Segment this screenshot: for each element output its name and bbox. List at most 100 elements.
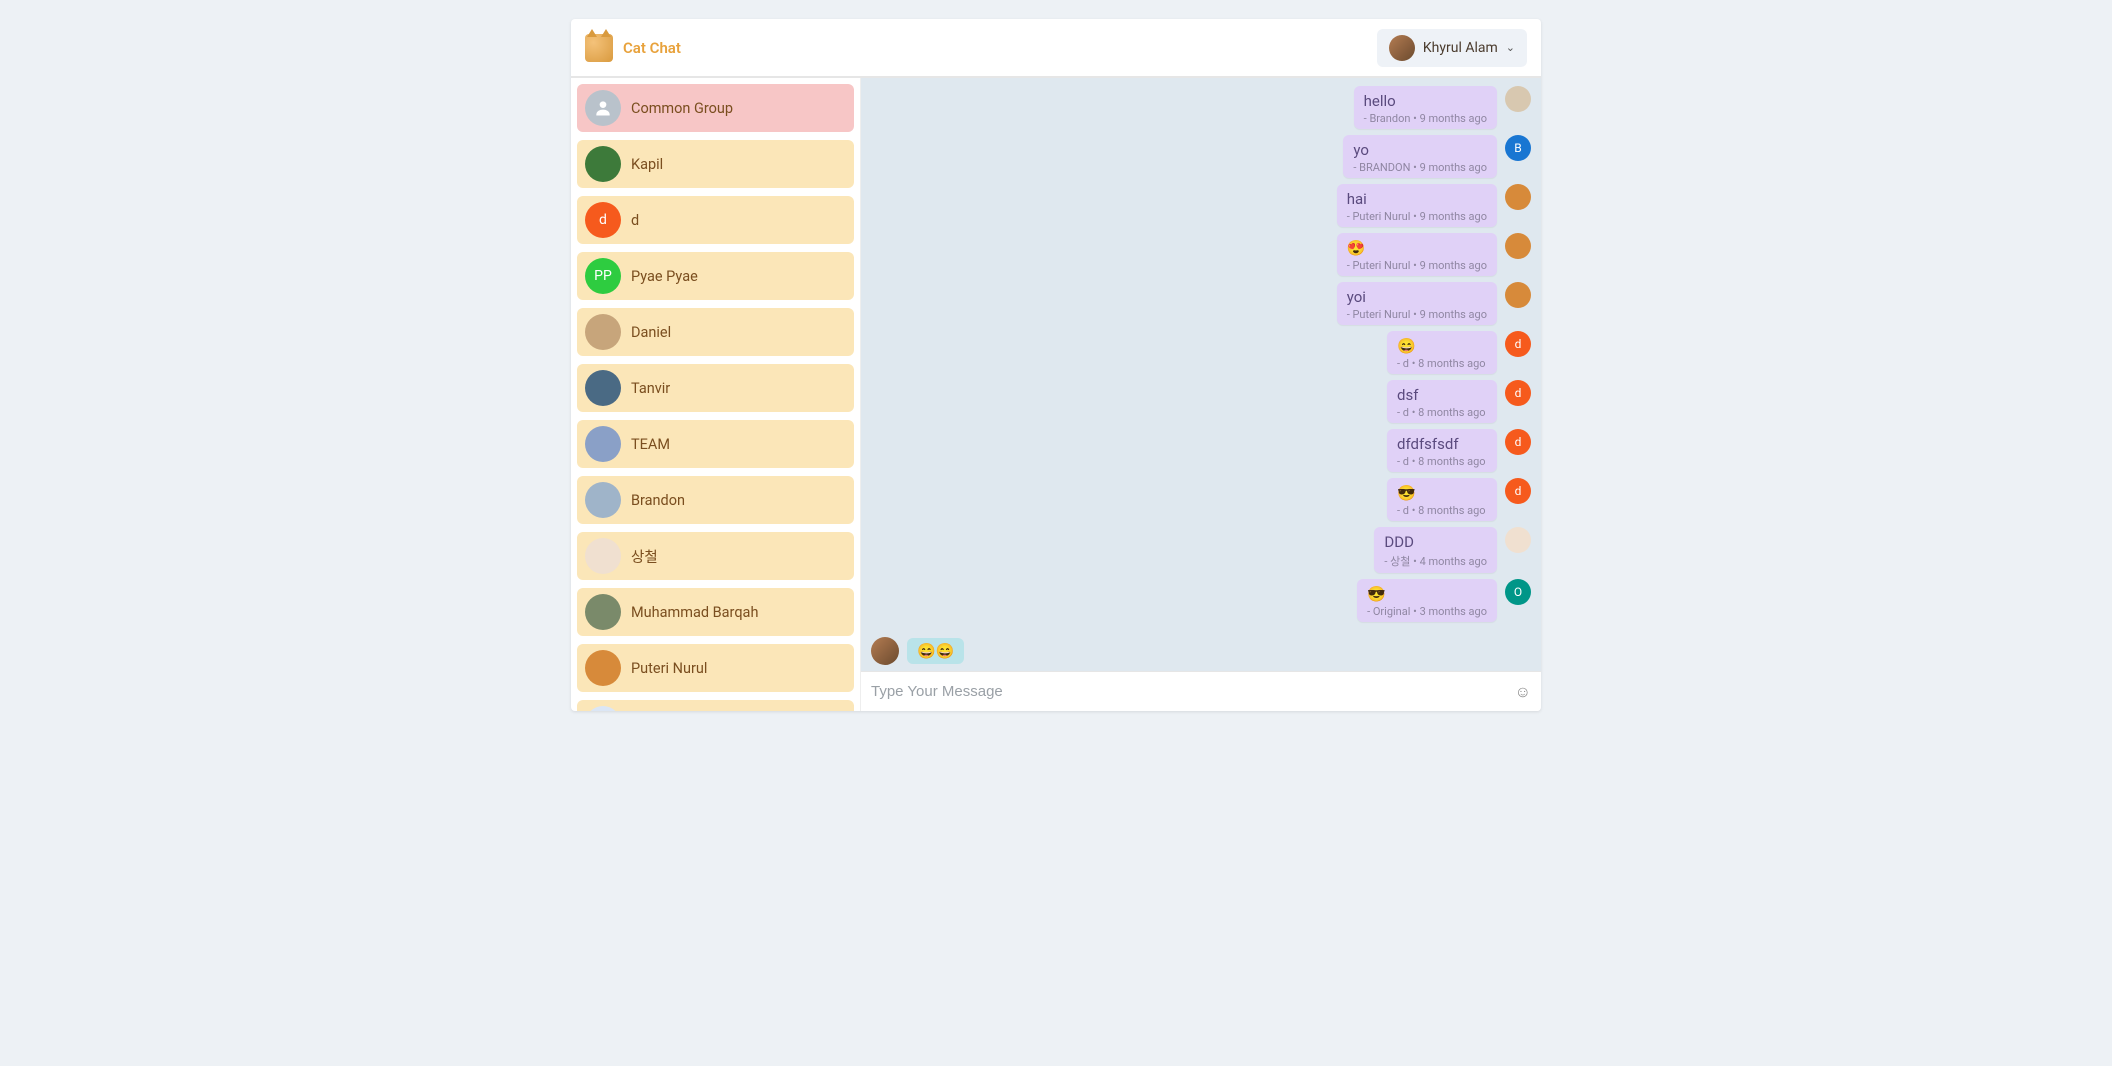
contact-avatar: d [585,202,621,238]
app-window: Cat Chat Khyrul Alam ⌄ Common Group Kapil… [571,19,1541,711]
contact-name: Common Group [631,100,733,117]
message-meta: - d • 8 months ago [1397,455,1487,468]
user-menu[interactable]: Khyrul Alam ⌄ [1377,29,1527,67]
message-text: dsf [1397,386,1487,404]
message-input[interactable] [871,683,1507,700]
message-meta: - BRANDON • 9 months ago [1353,161,1487,174]
contact-name: Brandon [631,492,685,509]
message-row: 😎 - d • 8 months ago d [871,478,1531,521]
contact-name: Pyae Pyae [631,268,698,285]
message-bubble: 😎 - d • 8 months ago [1387,478,1497,521]
user-avatar [1389,35,1415,61]
message-avatar: d [1505,478,1531,504]
typing-avatar [871,637,899,665]
typing-emoji: 😄😄 [917,642,954,660]
chevron-down-icon: ⌄ [1506,41,1515,54]
contact-name: TEAM [631,436,670,453]
brand-logo [585,34,613,62]
contact-item[interactable]: Kapil [577,140,854,188]
contact-avatar [585,426,621,462]
message-row: dfdfsfsdf - d • 8 months ago d [871,429,1531,472]
app-title: Cat Chat [623,39,681,57]
message-avatar [1505,527,1531,553]
emoji-picker-button[interactable]: ☺ [1515,682,1531,702]
compose-bar: ☺ [861,671,1541,711]
message-avatar [1505,233,1531,259]
message-meta: - d • 8 months ago [1397,357,1487,370]
contact-item[interactable]: Muhammad Barqah [577,588,854,636]
message-meta: - Puteri Nurul • 9 months ago [1347,308,1487,321]
message-meta: - d • 8 months ago [1397,504,1487,517]
message-bubble: yo - BRANDON • 9 months ago [1343,135,1497,178]
message-row: DDD- 상철 • 4 months ago [871,527,1531,573]
message-text: 😍 [1347,239,1487,257]
message-meta: - Puteri Nurul • 9 months ago [1347,259,1487,272]
message-bubble: hello - Brandon • 9 months ago [1354,86,1497,129]
contact-item[interactable]: 상철 [577,532,854,580]
message-avatar: d [1505,429,1531,455]
message-meta: - d • 8 months ago [1397,406,1487,419]
message-bubble: 😄 - d • 8 months ago [1387,331,1497,374]
contact-avatar [585,90,621,126]
message-row: dsf - d • 8 months ago d [871,380,1531,423]
contact-item[interactable]: Daniel [577,308,854,356]
sidebar[interactable]: Common Group Kapil dd PP Pyae Pyae Daniel Tanv… [571,78,861,711]
messages-list[interactable]: hello - Brandon • 9 months ago yo - BRANDON… [861,78,1541,633]
contact-name: d [631,212,639,229]
message-text: 😄 [1397,337,1487,355]
contact-avatar [585,482,621,518]
message-meta: - 상철 • 4 months ago [1384,553,1487,569]
user-name: Khyrul Alam [1423,40,1498,56]
message-bubble: 😎 - Original • 3 months ago [1357,579,1497,622]
message-text: dfdfsfsdf [1397,435,1487,453]
contact-item[interactable]: ЭЭлектронное [577,700,854,711]
contact-name: Tanvir [631,380,670,397]
message-row: hai- Puteri Nurul • 9 months ago [871,184,1531,227]
message-avatar: d [1505,331,1531,357]
contact-avatar [585,146,621,182]
contact-item[interactable]: PP Pyae Pyae [577,252,854,300]
message-bubble: hai- Puteri Nurul • 9 months ago [1337,184,1497,227]
contact-avatar [585,538,621,574]
contact-item[interactable]: Tanvir [577,364,854,412]
contact-name: Muhammad Barqah [631,604,758,621]
brand: Cat Chat [585,34,681,62]
message-row: 😎 - Original • 3 months ago O [871,579,1531,622]
message-bubble: dfdfsfsdf - d • 8 months ago [1387,429,1497,472]
body: Common GroupKapilddPPPyae PyaeDanielTanv… [571,77,1541,711]
message-row: 😄 - d • 8 months ago d [871,331,1531,374]
typing-bubble: 😄😄 [907,638,964,664]
message-bubble: DDD- 상철 • 4 months ago [1374,527,1497,573]
message-meta: - Original • 3 months ago [1367,605,1487,618]
contact-name: 상철 [631,546,658,567]
contact-avatar [585,314,621,350]
message-avatar [1505,86,1531,112]
message-text: 😎 [1367,585,1487,603]
message-bubble: dsf - d • 8 months ago [1387,380,1497,423]
contact-item[interactable]: dd [577,196,854,244]
contact-item[interactable]: TEAM [577,420,854,468]
message-bubble: yoi - Puteri Nurul • 9 months ago [1337,282,1497,325]
contact-item[interactable]: Brandon [577,476,854,524]
contact-avatar: PP [585,258,621,294]
message-bubble: 😍 - Puteri Nurul • 9 months ago [1337,233,1497,276]
message-text: 😎 [1397,484,1487,502]
message-text: hello [1364,92,1487,110]
contact-name: Puteri Nurul [631,660,707,677]
message-row: yo- BRANDON • 9 months agoB [871,135,1531,178]
contact-item[interactable]: Puteri Nurul [577,644,854,692]
header: Cat Chat Khyrul Alam ⌄ [571,19,1541,77]
message-text: hai [1347,190,1487,208]
message-text: yoi [1347,288,1487,306]
message-avatar: d [1505,380,1531,406]
typing-indicator-row: 😄😄 [861,633,1541,671]
message-avatar [1505,282,1531,308]
message-row: yoi - Puteri Nurul • 9 months ago [871,282,1531,325]
contact-name: Kapil [631,156,663,173]
message-text: yo [1353,141,1487,159]
contact-avatar [585,650,621,686]
message-meta: - Brandon • 9 months ago [1364,112,1487,125]
chat-pane: hello - Brandon • 9 months ago yo - BRANDON… [861,78,1541,711]
message-avatar: O [1505,579,1531,605]
contact-item[interactable]: Common Group [577,84,854,132]
